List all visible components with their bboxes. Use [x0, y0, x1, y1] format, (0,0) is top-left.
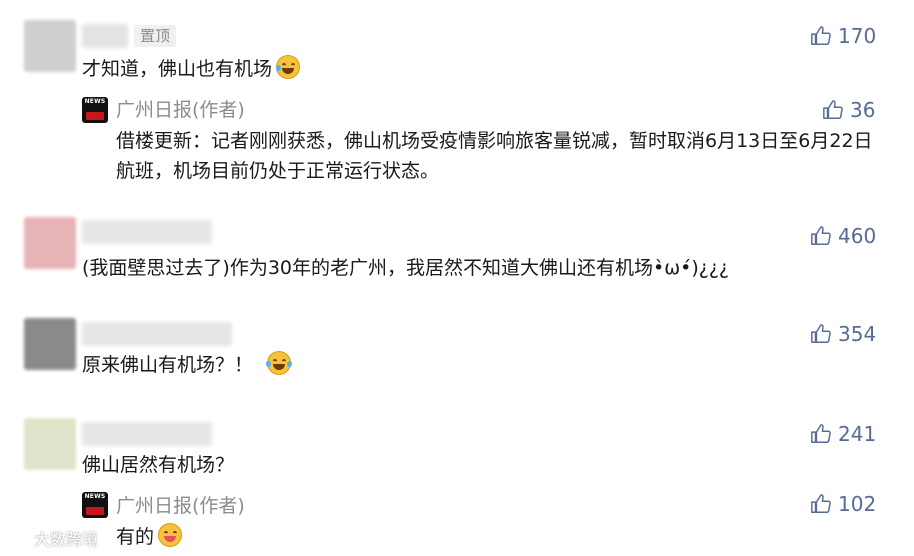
comment-text: (我面壁思过去了)作为30年的老广州，我居然不知道大佛山还有机场•̀ω•́)¿¿… — [82, 257, 729, 279]
watermark-logo-icon — [6, 527, 28, 549]
reply-text: 借楼更新：记者刚刚获悉，佛山机场受疫情影响旅客量锐减，暂时取消6月13日至6月2… — [116, 130, 873, 182]
avatar[interactable] — [24, 318, 76, 370]
comment-text: 佛山居然有机场？ — [82, 454, 235, 476]
tears-of-joy-emoji — [266, 351, 293, 375]
like-count: 354 — [838, 322, 877, 346]
like-count: 241 — [838, 422, 877, 446]
like-button[interactable]: 460 — [810, 224, 876, 248]
watermark: 大数跨境 — [6, 526, 98, 550]
pinned-badge: 置顶 — [134, 25, 177, 47]
like-button[interactable]: 241 — [810, 422, 876, 446]
like-count: 36 — [850, 98, 876, 122]
reply-like-button[interactable]: 102 — [810, 492, 876, 516]
thumbs-up-icon — [811, 424, 831, 443]
like-count: 170 — [838, 24, 877, 48]
like-button[interactable]: 170 — [810, 24, 876, 48]
laughing-crying-emoji — [276, 55, 301, 79]
reply-like-button[interactable]: 36 — [822, 98, 875, 122]
like-count: 460 — [838, 224, 877, 248]
thumbs-up-icon — [811, 494, 831, 513]
comment-text: 原来佛山有机场？！ — [82, 350, 293, 380]
guangzhou-daily-logo[interactable]: NEWS — [82, 492, 108, 518]
avatar[interactable] — [24, 418, 76, 470]
avatar[interactable] — [24, 217, 76, 269]
comment-text: 才知道，佛山也有机场 — [82, 54, 301, 84]
thumbs-up-icon — [811, 226, 831, 245]
like-button[interactable]: 354 — [810, 322, 876, 346]
username-blurred[interactable] — [82, 24, 128, 48]
thumbs-up-icon — [811, 26, 831, 45]
reply-author[interactable]: 广州日报(作者) — [116, 98, 245, 122]
username-blurred[interactable] — [82, 322, 232, 346]
thumbs-up-icon — [811, 324, 831, 343]
winking-tongue-emoji — [158, 523, 183, 547]
thumbs-up-icon — [823, 100, 843, 119]
guangzhou-daily-logo[interactable]: NEWS — [82, 97, 108, 123]
like-count: 102 — [838, 492, 877, 516]
username-blurred[interactable] — [82, 220, 212, 244]
reply-text: 有的 — [116, 522, 183, 552]
reply-author[interactable]: 广州日报(作者) — [116, 494, 245, 518]
username-blurred[interactable] — [82, 422, 212, 446]
avatar[interactable] — [24, 20, 76, 72]
